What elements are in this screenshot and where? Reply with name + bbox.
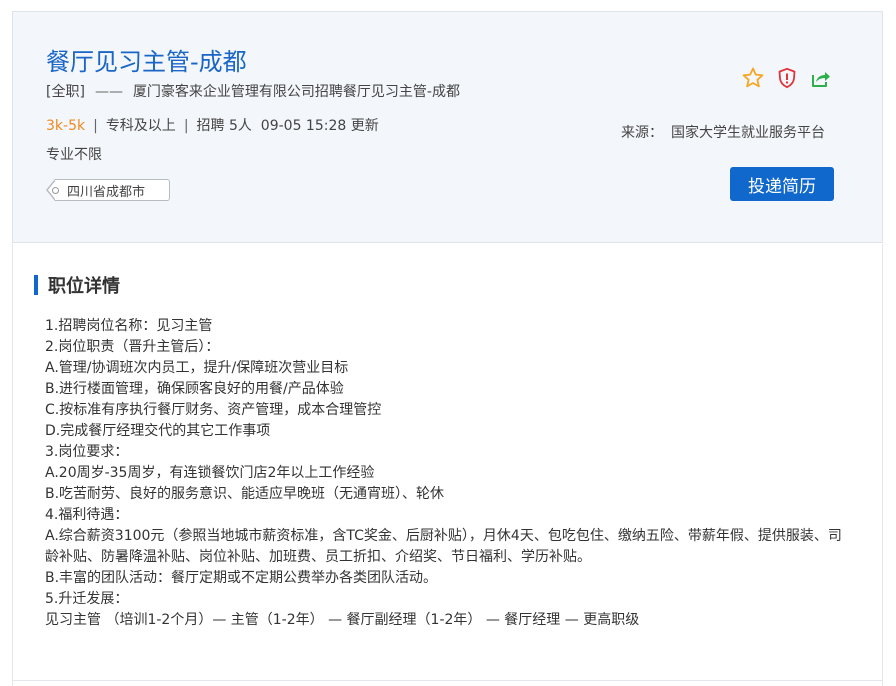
content-border-right — [882, 244, 883, 686]
source-value: 国家大学生就业服务平台 — [671, 125, 825, 141]
location-box: 四川省成都市 — [52, 179, 171, 201]
detail-line: A.管理/协调班次内员工，提升/保障班次营业目标 — [45, 360, 349, 376]
source-label: 来源： — [621, 125, 663, 141]
apply-button[interactable]: 投递简历 — [730, 167, 834, 201]
meta-separator: | — [93, 118, 98, 134]
shield-alert-icon[interactable] — [775, 66, 799, 90]
hiring-count: 招聘 5人 — [196, 118, 252, 134]
job-type: [全职] — [46, 84, 85, 100]
bottom-divider — [12, 680, 883, 681]
detail-line: B.吃苦耐劳、良好的服务意识、能适应早晚班（无通宵班）、轮休 — [45, 486, 445, 502]
meta-separator: | — [183, 118, 189, 134]
section-title-text: 职位详情 — [48, 276, 120, 297]
share-icon[interactable] — [809, 66, 833, 90]
detail-line: B.进行楼面管理，确保顾客良好的用餐/产品体验 — [45, 381, 344, 397]
detail-line: D.完成餐厅经理交代的其它工作事项 — [45, 423, 271, 439]
location-text: 四川省成都市 — [67, 184, 146, 200]
source: 来源： 国家大学生就业服务平台 — [621, 122, 825, 142]
tag-hole — [52, 187, 59, 194]
detail-line: 2.岗位职责（晋升主管后）： — [45, 339, 220, 355]
job-title[interactable]: 餐厅见习主管-成都 — [46, 42, 247, 77]
major: 专业不限 — [46, 147, 102, 163]
education: 专科及以上 — [105, 118, 176, 134]
detail-line: B.丰富的团队活动：餐厅定期或不定期公费举办各类团队活动。 — [45, 570, 438, 586]
detail-line: 1.招聘岗位名称：见习主管 — [45, 318, 213, 334]
star-icon[interactable] — [741, 66, 765, 90]
job-subtitle: [全职] —— 厦门豪客来企业管理有限公司招聘餐厅见习主管-成都 — [46, 81, 460, 101]
detail-line: 4.福利待遇： — [45, 507, 129, 523]
company-line: 厦门豪客来企业管理有限公司招聘餐厅见习主管-成都 — [132, 84, 460, 100]
job-header-card: 餐厅见习主管-成都 [全职] —— 厦门豪客来企业管理有限公司招聘餐厅见习主管-成都… — [12, 11, 883, 243]
updated-time: 09-05 15:28 更新 — [260, 118, 379, 134]
salary: 3k-5k — [46, 118, 86, 134]
content-border-left — [12, 244, 13, 686]
detail-line: 见习主管 （培训1-2个月）— 主管（1-2年） — 餐厅副经理（1-2年） —… — [45, 612, 640, 628]
job-details: 1.招聘岗位名称：见习主管 2.岗位职责（晋升主管后）： A.管理/协调班次内员… — [45, 316, 845, 631]
job-meta: 3k-5k | 专科及以上 | 招聘 5人 09-05 15:28 更新 — [46, 115, 379, 135]
section-title-bar — [34, 275, 38, 295]
detail-line: A.20周岁-35周岁，有连锁餐饮门店2年以上工作经验 — [45, 465, 375, 481]
section-title: 职位详情 — [34, 272, 120, 298]
subtitle-dash: —— — [94, 84, 123, 100]
detail-line: 5.升迁发展： — [45, 591, 129, 607]
detail-line: C.按标准有序执行餐厅财务、资产管理，成本合理管控 — [45, 402, 382, 418]
detail-line: 3.岗位要求： — [45, 444, 129, 460]
detail-line: A.综合薪资3100元（参照当地城市薪资标准，含TC奖金、后厨补贴），月休4天、… — [45, 528, 842, 565]
action-icons — [741, 66, 833, 90]
location-tag: 四川省成都市 — [46, 179, 171, 201]
